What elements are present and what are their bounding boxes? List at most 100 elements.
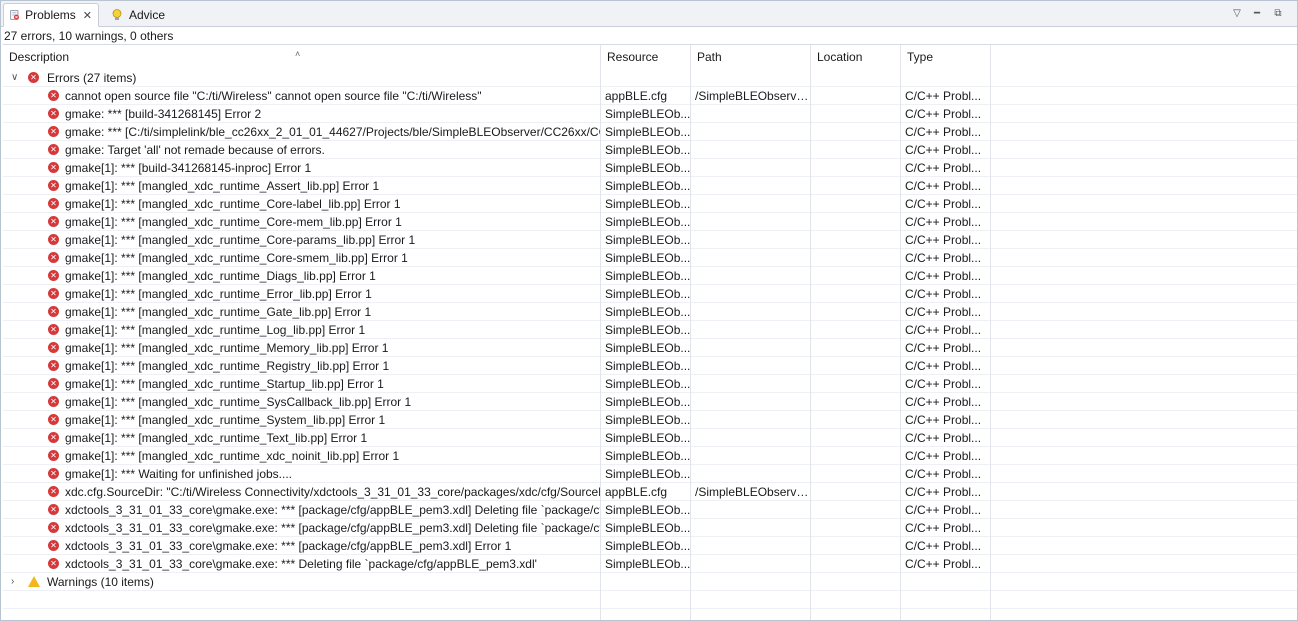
table-row[interactable]: ✕ gmake[1]: *** [mangled_xdc_runtime_xdc_… bbox=[3, 447, 1297, 465]
cell-type: C/C++ Probl... bbox=[901, 393, 991, 411]
tab-problems[interactable]: Problems ✕ bbox=[3, 3, 99, 27]
minimize-icon[interactable]: ━ bbox=[1248, 5, 1266, 21]
table-row[interactable]: ✕ gmake[1]: *** [mangled_xdc_runtime_Syst… bbox=[3, 411, 1297, 429]
cell-type: C/C++ Probl... bbox=[901, 321, 991, 339]
cell-location bbox=[811, 519, 901, 537]
cell-path bbox=[691, 213, 811, 231]
cell-description: ✕ gmake[1]: *** [mangled_xdc_runtime_Log_… bbox=[3, 321, 601, 339]
error-icon: ✕ bbox=[48, 270, 59, 281]
cell-description: ✕ gmake[1]: *** [mangled_xdc_runtime_Gate… bbox=[3, 303, 601, 321]
cell-type: C/C++ Probl... bbox=[901, 465, 991, 483]
table-row[interactable]: ✕ gmake[1]: *** [build-341268145-inproc] … bbox=[3, 159, 1297, 177]
cell-location bbox=[811, 141, 901, 159]
table-row[interactable]: ✕ xdc.cfg.SourceDir: "C:/ti/Wireless Conn… bbox=[3, 483, 1297, 501]
table-row[interactable]: ✕ gmake[1]: *** [mangled_xdc_runtime_Core… bbox=[3, 213, 1297, 231]
cell-path bbox=[691, 105, 811, 123]
cell-type: C/C++ Probl... bbox=[901, 429, 991, 447]
column-header-description[interactable]: Description ˄ bbox=[3, 45, 601, 69]
cell-resource: SimpleBLEOb... bbox=[601, 249, 691, 267]
cell-type: C/C++ Probl... bbox=[901, 231, 991, 249]
cell-type: C/C++ Probl... bbox=[901, 159, 991, 177]
table-row[interactable]: ✕ gmake[1]: *** [mangled_xdc_runtime_Star… bbox=[3, 375, 1297, 393]
problem-description: gmake[1]: *** [mangled_xdc_runtime_Error… bbox=[65, 287, 372, 301]
cell-type bbox=[901, 591, 991, 609]
chevron-down-icon[interactable]: ∨ bbox=[11, 69, 18, 87]
tab-advice[interactable]: Advice bbox=[104, 3, 184, 27]
cell-description: ✕ gmake[1]: *** [mangled_xdc_runtime_Core… bbox=[3, 231, 601, 249]
cell-path: /SimpleBLEObserve... bbox=[691, 483, 811, 501]
cell-resource bbox=[601, 591, 691, 609]
cell-type bbox=[901, 609, 991, 620]
cell-type: C/C++ Probl... bbox=[901, 519, 991, 537]
cell-description: ✕ xdctools_3_31_01_33_core\gmake.exe: ***… bbox=[3, 519, 601, 537]
column-header-path[interactable]: Path bbox=[691, 45, 811, 69]
cell-description: ✕ gmake[1]: *** [mangled_xdc_runtime_SysC… bbox=[3, 393, 601, 411]
cell-resource bbox=[601, 609, 691, 620]
column-label: Type bbox=[907, 50, 934, 64]
table-row[interactable]: ✕ gmake[1]: *** [mangled_xdc_runtime_Core… bbox=[3, 249, 1297, 267]
cell-path bbox=[691, 123, 811, 141]
table-row[interactable]: ✕ xdctools_3_31_01_33_core\gmake.exe: ***… bbox=[3, 537, 1297, 555]
error-icon: ✕ bbox=[48, 540, 59, 551]
cell-resource: appBLE.cfg bbox=[601, 87, 691, 105]
cell-path bbox=[691, 447, 811, 465]
error-icon: ✕ bbox=[48, 486, 59, 497]
cell-location bbox=[811, 501, 901, 519]
cell-description: ✕ gmake[1]: *** [mangled_xdc_runtime_Core… bbox=[3, 195, 601, 213]
table-row[interactable]: ✕ gmake[1]: *** [mangled_xdc_runtime_Core… bbox=[3, 231, 1297, 249]
error-icon: ✕ bbox=[48, 252, 59, 263]
table-row[interactable]: ✕ xdctools_3_31_01_33_core\gmake.exe: ***… bbox=[3, 555, 1297, 573]
warnings-group-row[interactable]: › Warnings (10 items) bbox=[3, 573, 1297, 591]
cell-description: ✕ gmake[1]: *** [mangled_xdc_runtime_Star… bbox=[3, 375, 601, 393]
view-menu-icon[interactable]: ▽ bbox=[1228, 5, 1246, 21]
cell-type: C/C++ Probl... bbox=[901, 537, 991, 555]
chevron-right-icon[interactable]: › bbox=[11, 573, 14, 591]
problem-description: gmake[1]: *** [mangled_xdc_runtime_Gate_… bbox=[65, 305, 372, 319]
table-row[interactable]: ✕ gmake[1]: *** [mangled_xdc_runtime_Text… bbox=[3, 429, 1297, 447]
table-row[interactable]: ✕ gmake: *** [build-341268145] Error 2 Sim… bbox=[3, 105, 1297, 123]
column-header-type[interactable]: Type bbox=[901, 45, 991, 69]
table-row[interactable]: ✕ gmake[1]: *** [mangled_xdc_runtime_SysC… bbox=[3, 393, 1297, 411]
table-row[interactable]: ✕ cannot open source file "C:/ti/Wireless… bbox=[3, 87, 1297, 105]
cell-type: C/C++ Probl... bbox=[901, 447, 991, 465]
table-row[interactable]: ✕ gmake[1]: *** [mangled_xdc_runtime_Diag… bbox=[3, 267, 1297, 285]
table-row[interactable]: ✕ gmake[1]: *** Waiting for unfinished jo… bbox=[3, 465, 1297, 483]
errors-group-row[interactable]: ∨ ✕ Errors (27 items) bbox=[3, 69, 1297, 87]
lightbulb-icon bbox=[112, 9, 122, 20]
table-row[interactable]: ✕ xdctools_3_31_01_33_core\gmake.exe: ***… bbox=[3, 501, 1297, 519]
table-row[interactable]: ✕ gmake[1]: *** [mangled_xdc_runtime_Log_… bbox=[3, 321, 1297, 339]
table-row[interactable]: ✕ gmake: Target 'all' not remade because … bbox=[3, 141, 1297, 159]
problem-description: xdctools_3_31_01_33_core\gmake.exe: *** … bbox=[65, 539, 512, 553]
error-icon: ✕ bbox=[48, 468, 59, 479]
cell-path bbox=[691, 285, 811, 303]
cell-location bbox=[811, 267, 901, 285]
table-row[interactable]: ✕ gmake[1]: *** [mangled_xdc_runtime_Core… bbox=[3, 195, 1297, 213]
cell-path bbox=[691, 303, 811, 321]
cell-type: C/C++ Probl... bbox=[901, 339, 991, 357]
cell-resource: SimpleBLEOb... bbox=[601, 339, 691, 357]
maximize-icon[interactable]: ⧉ bbox=[1269, 5, 1287, 21]
table-row[interactable]: ✕ gmake[1]: *** [mangled_xdc_runtime_Memo… bbox=[3, 339, 1297, 357]
cell-description: ✕ gmake: *** [build-341268145] Error 2 bbox=[3, 105, 601, 123]
table-row[interactable]: ✕ gmake[1]: *** [mangled_xdc_runtime_Asse… bbox=[3, 177, 1297, 195]
problems-summary: 27 errors, 10 warnings, 0 others bbox=[4, 29, 174, 43]
tab-bar: Problems ✕ Advice ▽ ━ ⧉ bbox=[1, 1, 1297, 27]
table-row[interactable]: ✕ gmake[1]: *** [mangled_xdc_runtime_Gate… bbox=[3, 303, 1297, 321]
problems-view: Problems ✕ Advice ▽ ━ ⧉ 27 errors, 10 wa… bbox=[0, 0, 1298, 621]
cell-resource: appBLE.cfg bbox=[601, 483, 691, 501]
table-row[interactable]: ✕ xdctools_3_31_01_33_core\gmake.exe: ***… bbox=[3, 519, 1297, 537]
problem-description: gmake[1]: *** [mangled_xdc_runtime_Core-… bbox=[65, 233, 416, 247]
cell-path bbox=[691, 537, 811, 555]
problem-description: gmake[1]: *** [mangled_xdc_runtime_Syste… bbox=[65, 413, 386, 427]
column-header-location[interactable]: Location bbox=[811, 45, 901, 69]
table-header: Description ˄ Resource Path Location Typ… bbox=[3, 45, 1297, 69]
close-icon[interactable]: ✕ bbox=[83, 9, 92, 22]
column-header-resource[interactable]: Resource bbox=[601, 45, 691, 69]
group-label: Errors (27 items) bbox=[47, 71, 137, 85]
table-row[interactable]: ✕ gmake[1]: *** [mangled_xdc_runtime_Regi… bbox=[3, 357, 1297, 375]
table-row[interactable]: ✕ gmake: *** [C:/ti/simplelink/ble_cc26xx… bbox=[3, 123, 1297, 141]
cell-path bbox=[691, 321, 811, 339]
problem-description: gmake[1]: *** Waiting for unfinished job… bbox=[65, 467, 293, 481]
table-row[interactable]: ✕ gmake[1]: *** [mangled_xdc_runtime_Erro… bbox=[3, 285, 1297, 303]
cell-location bbox=[811, 537, 901, 555]
